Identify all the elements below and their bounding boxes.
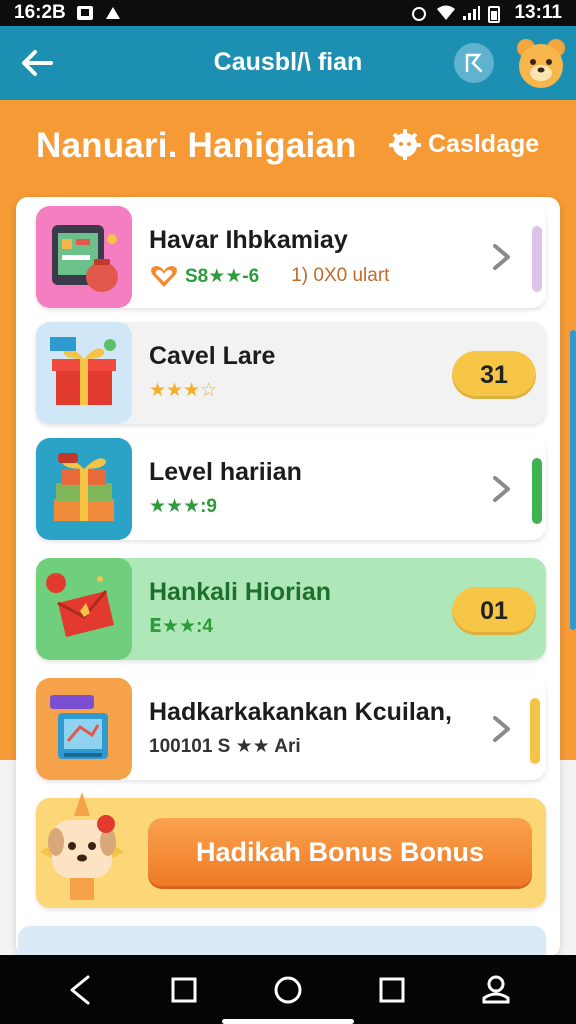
- list-item-rating: ⴹ★★:4: [149, 616, 213, 637]
- list-item[interactable]: Level hariian ★★★:9: [36, 438, 546, 540]
- share-icon: [465, 53, 483, 73]
- nav-square-button[interactable]: [160, 966, 208, 1014]
- page-title: Nanuari. Hanigaian: [36, 126, 357, 165]
- status-time-left: 16:2B: [14, 2, 66, 23]
- scroll-indicator: [570, 330, 576, 630]
- gift-box-icon: [36, 322, 132, 424]
- list-item[interactable]: Hankali Hiorian ⴹ★★:4 01: [36, 558, 546, 660]
- list-item-badge[interactable]: 01: [452, 587, 536, 635]
- bonus-promo-card: Hadikah Bonus Bonus: [36, 792, 546, 908]
- chevron-right-icon[interactable]: [484, 239, 520, 275]
- triangle-back-icon: [70, 975, 90, 1004]
- system-nav-bar: [0, 955, 576, 1024]
- list-item-title: Cavel Lare: [149, 342, 276, 370]
- user-icon: [482, 975, 510, 1003]
- chevron-right-icon[interactable]: [484, 471, 520, 507]
- nav-recents-button[interactable]: [368, 966, 416, 1014]
- list-item[interactable]: Cavel Lare ★★★☆ 31: [36, 322, 546, 424]
- heart-icon: [151, 266, 177, 287]
- next-item-peek: [18, 926, 546, 956]
- bonus-button[interactable]: Hadikah Bonus Bonus: [148, 818, 532, 886]
- list-item-meta: S8★★-6 1) 0X0 ulart: [149, 263, 389, 289]
- settings-icon: [104, 5, 122, 21]
- chevron-right-icon[interactable]: [484, 711, 520, 747]
- square-icon: [379, 977, 405, 1002]
- tablet-icon: [36, 206, 132, 308]
- list-item-title: Hankali Hiorian: [149, 578, 331, 606]
- home-indicator: [222, 1019, 354, 1024]
- header-action-label: Casldage: [428, 129, 540, 158]
- stacked-gifts-icon: [36, 438, 132, 540]
- nav-home-button[interactable]: [264, 966, 312, 1014]
- dog-mascot-icon: [30, 792, 134, 912]
- list-item[interactable]: Havar Ihbkamiay S8★★-6 1) 0X0 ulart: [36, 206, 546, 308]
- list-item-extra: 1) 0X0 ulart: [291, 265, 390, 286]
- item-accent-bar: [530, 698, 540, 764]
- profile-bear-avatar[interactable]: [514, 36, 568, 90]
- wifi-icon: [436, 5, 456, 21]
- list-item-rating: 100101 S ★★ Ari: [149, 736, 301, 757]
- app-bar: Causbl/\ fian: [0, 26, 576, 100]
- alarm-icon: [410, 5, 428, 21]
- red-envelope-icon: [36, 558, 132, 660]
- item-accent-bar: [532, 458, 542, 524]
- status-time-right: 13:11: [514, 2, 562, 23]
- square-icon: [171, 977, 197, 1002]
- card-box-icon: [36, 678, 132, 780]
- battery-icon: [488, 5, 506, 23]
- list-item-title: Hadkarkakankan Kcuilan,: [149, 698, 452, 726]
- signal-icon: [462, 5, 481, 21]
- nav-profile-button[interactable]: [472, 966, 520, 1014]
- list-item-rating: ★★★☆: [149, 380, 218, 401]
- circle-home-icon: [274, 976, 302, 1003]
- notification-icon: [76, 5, 94, 21]
- header-action-button[interactable]: Casldage: [388, 128, 539, 160]
- list-item-badge[interactable]: 31: [452, 351, 536, 399]
- list-item[interactable]: Hadkarkakankan Kcuilan, 100101 S ★★ Ari: [36, 678, 546, 780]
- list-item-title: Havar Ihbkamiay: [149, 226, 348, 254]
- nav-back-button[interactable]: [56, 966, 104, 1014]
- list-item-title: Level hariian: [149, 458, 302, 486]
- item-accent-bar: [532, 226, 542, 292]
- share-button[interactable]: [454, 43, 494, 83]
- gear-face-icon: [389, 129, 421, 160]
- status-bar: 16:2B 13:11: [0, 0, 576, 26]
- list-item-rating: ★★★:9: [149, 496, 217, 517]
